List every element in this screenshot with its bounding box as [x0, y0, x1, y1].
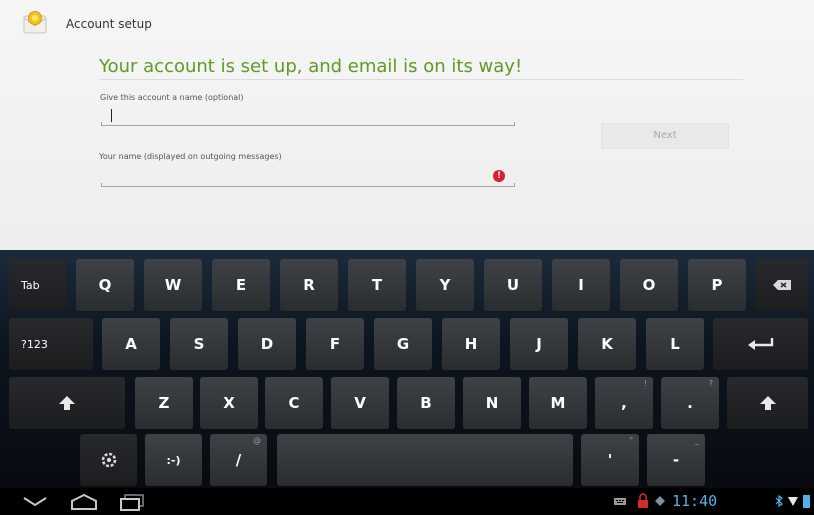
wifi-icon — [786, 492, 800, 510]
chevron-down-icon — [23, 496, 47, 506]
tab-key[interactable]: Tab — [9, 259, 66, 311]
key-q[interactable]: Q — [76, 259, 134, 311]
shift-icon — [759, 396, 776, 410]
key-period[interactable]: . ? — [661, 377, 719, 429]
shift-icon — [59, 396, 75, 410]
shift-key-left[interactable] — [9, 377, 125, 429]
key-m[interactable]: M — [529, 377, 587, 429]
your-name-input[interactable]: ! — [101, 165, 515, 187]
recent-apps-icon — [120, 493, 144, 511]
key-period-alt: ? — [708, 379, 713, 388]
enter-icon — [747, 338, 773, 350]
dash-key-label: - — [672, 451, 680, 469]
key-d[interactable]: D — [238, 318, 296, 370]
key-w[interactable]: W — [144, 259, 202, 311]
headline-divider — [99, 79, 743, 80]
key-f[interactable]: F — [306, 318, 364, 370]
account-name-label: Give this account a name (optional) — [100, 93, 244, 102]
slash-key-alt: @ — [253, 436, 261, 445]
key-e[interactable]: E — [212, 259, 270, 311]
key-s[interactable]: S — [170, 318, 228, 370]
hide-keyboard-button[interactable] — [18, 488, 52, 515]
key-c[interactable]: C — [265, 377, 323, 429]
account-name-input[interactable] — [101, 104, 515, 126]
key-comma[interactable]: , ! — [595, 377, 653, 429]
text-cursor — [111, 109, 112, 122]
backspace-key[interactable] — [756, 259, 808, 311]
key-t[interactable]: T — [348, 259, 406, 311]
key-n[interactable]: N — [463, 377, 521, 429]
your-name-label: Your name (displayed on outgoing message… — [99, 152, 282, 161]
backspace-icon — [773, 280, 791, 290]
key-comma-label: , — [621, 394, 627, 412]
app-title: Account setup — [66, 17, 152, 31]
key-h[interactable]: H — [442, 318, 500, 370]
shift-key-right[interactable] — [727, 377, 808, 429]
lock-notification-icon — [634, 492, 652, 510]
soft-keyboard: Tab Q W E R T Y U I O P ?123 A S D F G H… — [0, 250, 814, 488]
settings-key[interactable] — [80, 434, 137, 486]
key-u[interactable]: U — [484, 259, 542, 311]
key-y[interactable]: Y — [416, 259, 474, 311]
key-r[interactable]: R — [280, 259, 338, 311]
key-k[interactable]: K — [578, 318, 636, 370]
symbols-key[interactable]: ?123 — [9, 318, 93, 370]
enter-key[interactable] — [713, 318, 808, 370]
clock: 11:40 — [672, 492, 718, 510]
space-key[interactable] — [277, 434, 573, 486]
recent-apps-button[interactable] — [116, 488, 148, 515]
key-p[interactable]: P — [688, 259, 746, 311]
key-o[interactable]: O — [620, 259, 678, 311]
slash-key-label: / — [235, 451, 242, 469]
key-period-label: . — [687, 394, 693, 412]
key-g[interactable]: G — [374, 318, 432, 370]
next-button[interactable]: Next — [601, 123, 729, 149]
error-icon: ! — [493, 170, 505, 182]
apostrophe-key-alt: " — [629, 436, 633, 445]
smiley-key[interactable]: :-) — [145, 434, 202, 486]
apostrophe-key[interactable]: ' " — [581, 434, 639, 486]
key-z[interactable]: Z — [135, 377, 193, 429]
email-app-icon — [22, 10, 48, 36]
page-headline: Your account is set up, and email is on … — [99, 56, 523, 77]
key-j[interactable]: J — [510, 318, 568, 370]
account-setup-screen: Account setup Your account is set up, an… — [0, 0, 814, 250]
system-bar: 11:40 — [0, 488, 814, 515]
apostrophe-key-label: ' — [607, 451, 613, 469]
key-v[interactable]: V — [331, 377, 389, 429]
sync-icon — [652, 492, 668, 510]
key-b[interactable]: B — [397, 377, 455, 429]
dash-key-alt: _ — [695, 436, 699, 445]
settings-icon — [101, 452, 116, 468]
key-comma-alt: ! — [643, 379, 647, 388]
key-a[interactable]: A — [102, 318, 160, 370]
dash-key[interactable]: - _ — [647, 434, 705, 486]
bluetooth-icon — [773, 492, 785, 510]
keyboard-notification-icon — [612, 492, 628, 510]
home-button[interactable] — [66, 488, 102, 515]
battery-icon — [801, 492, 811, 510]
key-l[interactable]: L — [646, 318, 704, 370]
home-icon — [71, 493, 97, 510]
slash-key[interactable]: / @ — [210, 434, 267, 486]
key-i[interactable]: I — [552, 259, 610, 311]
app-header: Account setup — [0, 0, 814, 44]
key-x[interactable]: X — [200, 377, 258, 429]
